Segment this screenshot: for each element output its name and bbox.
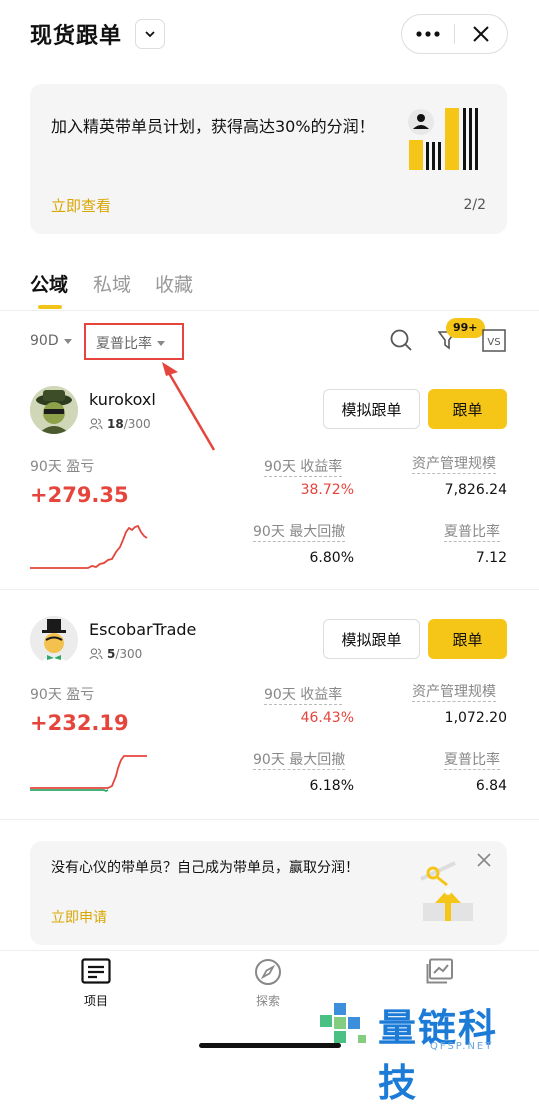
pnl-sparkline	[30, 755, 147, 793]
trader-name[interactable]: kurokoxl	[89, 390, 156, 409]
sharpe-value: 7.12	[475, 550, 507, 566]
vs-compare-icon[interactable]: VS	[482, 329, 506, 352]
active-tab-indicator	[38, 305, 62, 309]
roi-label: 90天 收益率	[264, 459, 343, 477]
mdd-label: 90天 最大回撤	[253, 524, 346, 542]
banner-view-link[interactable]: 立即查看	[51, 195, 111, 216]
follower-count: 18/300	[89, 417, 151, 431]
aum-value: 7,826.24	[444, 482, 507, 498]
sharpe-label: 夏普比率	[444, 524, 500, 542]
nav-explore[interactable]: 探索	[228, 958, 308, 1009]
aum-label: 资产管理规模	[412, 456, 496, 474]
list-icon	[81, 958, 111, 984]
copy-trade-button[interactable]: 跟单	[428, 619, 507, 659]
pnl-label: 90天 盈亏	[30, 459, 95, 475]
sharpe-label: 夏普比率	[444, 752, 500, 770]
tab-favorites[interactable]: 收藏	[155, 270, 193, 297]
notification-badge: 99+	[446, 318, 485, 338]
users-icon	[89, 418, 103, 430]
roi-label: 90天 收益率	[264, 687, 343, 705]
mdd-value: 6.80%	[309, 550, 354, 566]
card-divider	[0, 589, 539, 590]
follower-capacity: /300	[123, 417, 151, 431]
avatar	[30, 616, 78, 664]
follower-capacity: /300	[115, 647, 143, 661]
header-actions	[401, 14, 508, 54]
promo-apply-link[interactable]: 立即申请	[51, 907, 107, 927]
period-filter-label: 90D	[30, 333, 59, 349]
page-title: 现货跟单	[30, 24, 123, 49]
banner-illustration-icon	[408, 108, 478, 170]
banner-text: 加入精英带单员计划，获得高达30%的分润！	[51, 117, 375, 136]
more-icon	[416, 31, 440, 37]
promo-illustration-icon	[420, 861, 473, 921]
title-dropdown-button[interactable]	[135, 19, 165, 49]
avatar-mafia-icon	[30, 386, 78, 434]
close-icon	[473, 26, 489, 42]
avatar	[30, 386, 78, 434]
watermark-text: 量链科技	[378, 1006, 499, 1105]
follower-count: 5/300	[89, 647, 142, 661]
aum-value: 1,072.20	[444, 710, 507, 726]
pnl-value: +232.19	[30, 711, 129, 735]
nav-divider	[0, 950, 539, 951]
tab-public[interactable]: 公域	[30, 270, 68, 297]
sharpe-value: 6.84	[475, 778, 507, 794]
watermark-logo-icon	[320, 1003, 366, 1043]
caret-down-icon	[63, 338, 72, 344]
nav-projects[interactable]: 项目	[56, 958, 136, 1009]
aum-label: 资产管理规模	[412, 684, 496, 702]
svg-text:VS: VS	[487, 337, 500, 348]
compass-icon	[255, 959, 281, 985]
trader-card[interactable]: kurokoxl 18/300 模拟跟单 跟单 90天 盈亏 +279.35 9…	[0, 380, 539, 590]
follower-current: 18	[107, 417, 124, 431]
tabs-divider	[0, 310, 539, 311]
highlight-box	[84, 323, 184, 360]
simulate-copy-button[interactable]: 模拟跟单	[323, 389, 420, 429]
simulate-copy-button[interactable]: 模拟跟单	[323, 619, 420, 659]
tab-private[interactable]: 私域	[93, 270, 131, 297]
chart-icon	[426, 958, 453, 984]
nav-portfolio[interactable]	[400, 958, 480, 984]
period-filter[interactable]: 90D	[30, 333, 72, 349]
pnl-sparkline	[30, 524, 148, 569]
users-icon	[89, 648, 103, 660]
banner-page-indicator: 2/2	[463, 197, 486, 213]
copy-trade-button[interactable]: 跟单	[428, 389, 507, 429]
trader-card[interactable]: EscobarTrade 5/300 模拟跟单 跟单 90天 盈亏 +232.1…	[0, 610, 539, 820]
pnl-label: 90天 盈亏	[30, 687, 95, 703]
close-button[interactable]	[455, 15, 507, 53]
elite-trader-banner[interactable]: 加入精英带单员计划，获得高达30%的分润！ 立即查看 2/2	[30, 84, 507, 234]
roi-value: 46.43%	[300, 710, 354, 726]
nav-explore-label: 探索	[255, 994, 280, 1008]
pnl-value: +279.35	[30, 483, 129, 507]
watermark-url: QFSP.NET	[430, 1041, 494, 1052]
avatar-tophat-icon	[30, 616, 78, 664]
more-button[interactable]	[402, 15, 454, 53]
search-icon[interactable]	[389, 328, 413, 352]
roi-value: 38.72%	[300, 482, 354, 498]
mdd-label: 90天 最大回撤	[253, 752, 346, 770]
card-divider	[0, 819, 539, 820]
mdd-value: 6.18%	[309, 778, 354, 794]
watermark: 量链科技 QFSP.NET	[318, 995, 530, 1105]
chevron-down-icon	[145, 31, 155, 38]
trader-name[interactable]: EscobarTrade	[89, 620, 196, 639]
nav-projects-label: 项目	[83, 994, 108, 1008]
become-trader-promo[interactable]: 没有心仪的带单员？自己成为带单员，赢取分润！ 立即申请	[30, 841, 507, 945]
promo-text: 没有心仪的带单员？自己成为带单员，赢取分润！	[51, 860, 359, 876]
